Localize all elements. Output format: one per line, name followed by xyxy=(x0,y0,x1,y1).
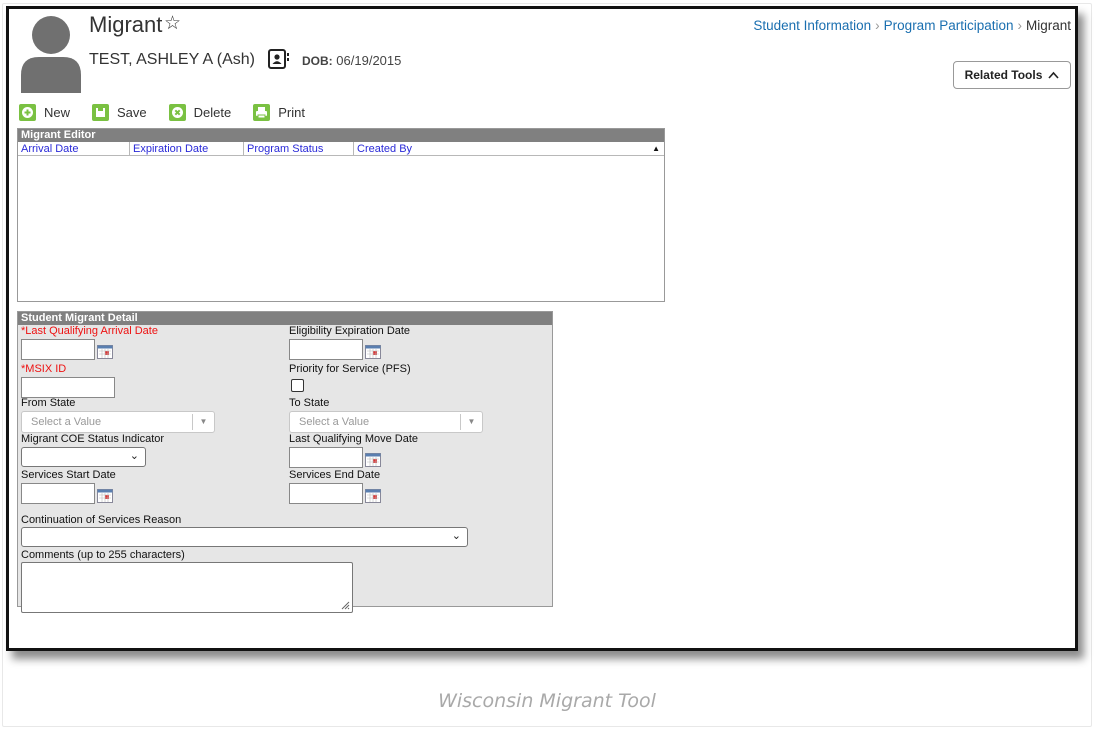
print-label: Print xyxy=(278,104,305,120)
breadcrumb-separator: › xyxy=(1017,18,1022,33)
calendar-icon[interactable] xyxy=(97,345,113,359)
continuation-select[interactable]: ⌄ xyxy=(21,527,468,547)
contact-card-icon[interactable] xyxy=(268,49,290,69)
student-name: TEST, ASHLEY A (Ash) xyxy=(89,51,255,68)
dropdown-arrow-icon: ▼ xyxy=(460,414,482,430)
to-state-label: To State xyxy=(289,397,330,409)
print-button[interactable]: Print xyxy=(253,103,305,121)
calendar-icon[interactable] xyxy=(365,453,381,467)
column-arrival-date[interactable]: Arrival Date xyxy=(18,142,130,155)
calendar-icon[interactable] xyxy=(97,489,113,503)
breadcrumb: Student Information › Program Participatio… xyxy=(753,18,1071,33)
sort-up-icon[interactable]: ▲ xyxy=(652,142,660,156)
comments-label: Comments (up to 255 characters) xyxy=(21,549,185,561)
editor-title: Migrant Editor xyxy=(18,129,664,142)
services-start-input[interactable] xyxy=(21,483,95,504)
breadcrumb-current: Migrant xyxy=(1025,18,1071,33)
last-arrival-label: *Last Qualifying Arrival Date xyxy=(21,325,158,337)
pfs-checkbox[interactable] xyxy=(291,379,304,392)
chevron-up-icon xyxy=(1048,71,1059,79)
calendar-icon[interactable] xyxy=(365,489,381,503)
coe-status-select[interactable]: ⌄ xyxy=(21,447,146,467)
coe-status-label: Migrant COE Status Indicator xyxy=(21,433,165,445)
to-state-select[interactable]: Select a Value ▼ xyxy=(289,411,483,433)
continuation-label: Continuation of Services Reason xyxy=(21,514,182,526)
image-caption: Wisconsin Migrant Tool xyxy=(438,690,656,712)
dob: DOB: 06/19/2015 xyxy=(302,53,401,68)
comments-textarea[interactable] xyxy=(21,562,353,613)
dropdown-arrow-icon: ▼ xyxy=(192,414,214,430)
resize-handle-icon[interactable] xyxy=(340,600,350,610)
avatar xyxy=(21,16,81,93)
calendar-icon[interactable] xyxy=(365,345,381,359)
services-end-input[interactable] xyxy=(289,483,363,504)
column-program-status[interactable]: Program Status xyxy=(244,142,354,155)
page-title: Migrant xyxy=(89,12,163,37)
save-label: Save xyxy=(117,104,147,120)
msix-id-input[interactable] xyxy=(21,377,115,398)
dob-label: DOB: xyxy=(302,54,333,68)
breadcrumb-program-participation[interactable]: Program Participation xyxy=(884,18,1014,33)
migrant-window: Migrant ☆ TEST, ASHLEY A (Ash) DOB: 06/1… xyxy=(6,6,1078,651)
new-label: New xyxy=(44,104,71,120)
plus-circle-icon xyxy=(19,103,36,121)
from-state-select[interactable]: Select a Value ▼ xyxy=(21,411,215,433)
column-expiration-date[interactable]: Expiration Date xyxy=(130,142,244,155)
last-move-date-input[interactable] xyxy=(289,447,363,468)
student-migrant-detail: Student Migrant Detail *Last Qualifying … xyxy=(17,311,553,613)
last-move-date-label: Last Qualifying Move Date xyxy=(289,433,419,445)
to-state-placeholder: Select a Value xyxy=(299,416,370,428)
related-tools-label: Related Tools xyxy=(964,68,1043,82)
delete-label: Delete xyxy=(193,104,232,120)
eligibility-expiration-label: Eligibility Expiration Date xyxy=(289,325,411,337)
printer-icon xyxy=(253,103,271,121)
services-end-label: Services End Date xyxy=(289,469,381,481)
last-arrival-date-input[interactable] xyxy=(21,339,95,360)
chevron-down-icon: ⌄ xyxy=(129,450,139,462)
delete-icon xyxy=(168,103,186,121)
detail-title: Student Migrant Detail xyxy=(18,312,552,325)
editor-column-header: Arrival Date Expiration Date Program Sta… xyxy=(18,142,664,156)
migrant-editor: Migrant Editor Arrival Date Expiration D… xyxy=(17,128,665,302)
column-created-by[interactable]: Created By xyxy=(354,142,464,155)
pfs-label: Priority for Service (PFS) xyxy=(289,363,411,375)
new-button[interactable]: New xyxy=(19,103,71,121)
from-state-placeholder: Select a Value xyxy=(31,416,102,428)
toolbar: New Save Delete Print xyxy=(19,101,327,123)
msix-id-label: *MSIX ID xyxy=(21,363,67,375)
dob-value: 06/19/2015 xyxy=(336,53,402,68)
from-state-label: From State xyxy=(21,397,76,409)
delete-button[interactable]: Delete xyxy=(168,103,232,121)
related-tools-button[interactable]: Related Tools xyxy=(953,61,1071,89)
eligibility-expiration-input[interactable] xyxy=(289,339,363,360)
save-icon xyxy=(92,103,110,121)
services-start-label: Services Start Date xyxy=(21,469,116,481)
chevron-down-icon: ⌄ xyxy=(451,530,461,542)
breadcrumb-student-information[interactable]: Student Information xyxy=(753,18,871,33)
save-button[interactable]: Save xyxy=(92,103,147,121)
breadcrumb-separator: › xyxy=(875,18,880,33)
star-icon[interactable]: ☆ xyxy=(164,12,181,35)
